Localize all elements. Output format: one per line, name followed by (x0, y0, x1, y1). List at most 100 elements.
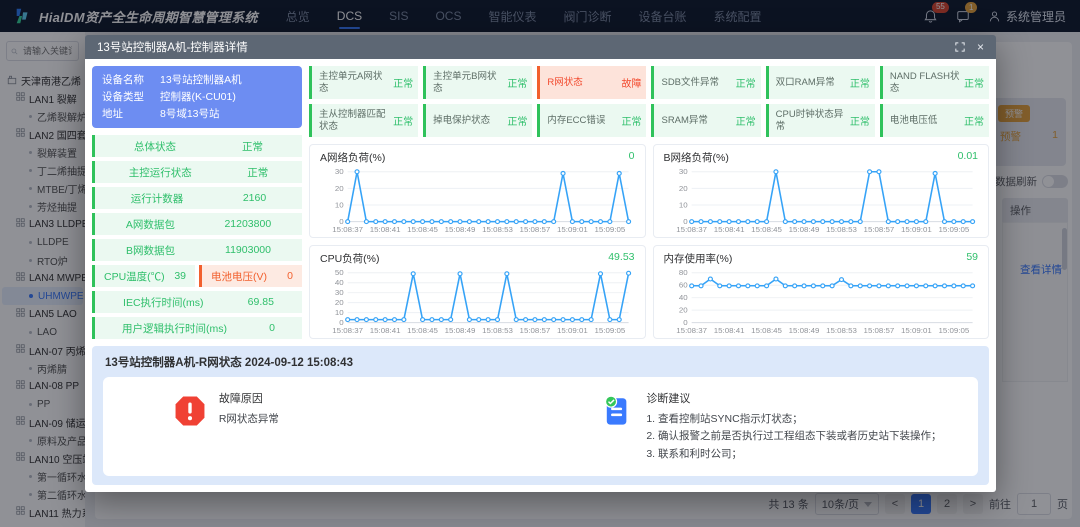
stat-row: CPU温度(℃) 39 电池电压(V) 0 (92, 265, 302, 287)
suggestion-title: 诊断建议 (646, 390, 941, 406)
chart-current-value: 0 (629, 150, 635, 165)
badge-value: 正常 (507, 113, 527, 128)
modal-title: 13号站控制器A机-控制器详情 (97, 39, 248, 55)
alarm-title: 13号站控制器A机-R网状态 2024-09-12 15:08:43 (103, 353, 978, 377)
svg-text:15:08:49: 15:08:49 (788, 225, 819, 234)
stat-value: 0 (287, 270, 293, 282)
svg-text:10: 10 (678, 200, 687, 209)
diagnosis-suggestion-block: 诊断建议 1. 查看控制站SYNC指示灯状态； 2. 确认报警之前是否执行过工程… (541, 390, 969, 463)
alarm-card: 故障原因 R网状态异常 诊断建议 (103, 377, 978, 476)
status-badge-SDB文件异常: SDB文件异常正常 (651, 66, 760, 99)
device-type-label: 设备类型 (102, 89, 160, 106)
device-address-value: 8号域13号站 (160, 106, 220, 123)
svg-text:15:09:05: 15:09:05 (594, 326, 625, 335)
stat-A网数据包: A网数据包21203800 (92, 213, 302, 235)
chart-current-value: 0.01 (958, 150, 978, 165)
svg-text:15:08:53: 15:08:53 (826, 225, 857, 234)
svg-text:15:08:57: 15:08:57 (520, 326, 551, 335)
charts-grid: A网络负荷(%)0010203015:08:3715:08:4115:08:45… (309, 144, 989, 339)
status-badge-主从控制器匹配状态: 主从控制器匹配状态正常 (309, 104, 418, 137)
badge-value: 正常 (964, 113, 984, 128)
svg-text:15:08:45: 15:08:45 (751, 326, 782, 335)
app-root: HialDM资产全生命周期智慧管理系统 总览DCSSISOCS智能仪表阀门诊断设… (0, 0, 1080, 527)
stat-label: IEC执行时间(ms) (123, 295, 204, 310)
fault-reason-block: 故障原因 R网状态异常 (113, 390, 541, 463)
svg-text:15:09:01: 15:09:01 (901, 225, 932, 234)
svg-text:30: 30 (678, 167, 687, 176)
svg-text:50: 50 (335, 268, 344, 277)
stat-label: 电池电压(V) (211, 269, 267, 284)
svg-text:15:08:41: 15:08:41 (713, 326, 744, 335)
svg-text:15:09:01: 15:09:01 (557, 225, 588, 234)
svg-text:20: 20 (335, 298, 344, 307)
badge-label: 主控单元B网状态 (433, 71, 504, 94)
alarm-detail-section: 13号站控制器A机-R网状态 2024-09-12 15:08:43 故障原因 … (92, 346, 989, 485)
chart-plot: 02040608015:08:3715:08:4115:08:4515:08:4… (662, 267, 981, 336)
svg-text:30: 30 (335, 288, 344, 297)
stat-row: 运行计数器2160 (92, 187, 302, 209)
status-badge-内存ECC错误: 内存ECC错误正常 (537, 104, 646, 137)
badge-value: 正常 (736, 113, 756, 128)
fault-reason-title: 故障原因 (219, 390, 279, 406)
badge-label: 内存ECC错误 (547, 115, 618, 126)
suggestion-item-3: 3. 联系和利时公司； (646, 446, 941, 463)
fault-reason-text: R网状态异常 (219, 411, 279, 428)
stat-用户逻辑执行时间(ms): 用户逻辑执行时间(ms)0 (92, 317, 302, 339)
device-info-card: 设备名称 13号站控制器A机 设备类型 控制器(K-CU01) 地址 8号域13… (92, 66, 302, 128)
device-name-label: 设备名称 (102, 72, 160, 89)
svg-text:20: 20 (335, 184, 344, 193)
badge-value: 正常 (736, 75, 756, 90)
svg-text:15:08:53: 15:08:53 (482, 326, 513, 335)
chart-current-value: 49.53 (608, 251, 634, 266)
suggestion-item-1: 1. 查看控制站SYNC指示灯状态； (646, 411, 941, 428)
modal-header: 13号站控制器A机-控制器详情 × (85, 35, 996, 59)
status-badge-CPU时钟状态异常: CPU时钟状态异常正常 (766, 104, 875, 137)
svg-text:15:08:53: 15:08:53 (826, 326, 857, 335)
badge-label: NAND FLASH状态 (890, 71, 961, 94)
device-status-column: 设备名称 13号站控制器A机 设备类型 控制器(K-CU01) 地址 8号域13… (92, 66, 302, 339)
status-badge-掉电保护状态: 掉电保护状态正常 (423, 104, 532, 137)
chart-title: B网络负荷(%) (664, 150, 729, 165)
svg-text:10: 10 (335, 308, 344, 317)
stat-value: 39 (174, 270, 186, 282)
stat-label: A网数据包 (126, 217, 175, 232)
stat-电池电压(V): 电池电压(V) 0 (199, 265, 302, 287)
stat-row: A网数据包21203800 (92, 213, 302, 235)
stat-主控运行状态: 主控运行状态正常 (92, 161, 302, 183)
chart-head: B网络负荷(%) 0.01 (662, 148, 981, 166)
svg-text:15:08:37: 15:08:37 (332, 225, 363, 234)
svg-text:15:08:41: 15:08:41 (713, 225, 744, 234)
chart-head: A网络负荷(%) 0 (318, 148, 637, 166)
svg-text:40: 40 (335, 278, 344, 287)
status-badge-SRAM异常: SRAM异常正常 (651, 104, 760, 137)
stat-row: 用户逻辑执行时间(ms)0 (92, 317, 302, 339)
svg-text:15:09:05: 15:09:05 (938, 225, 969, 234)
badge-label: 电池电压低 (890, 115, 961, 126)
stat-row: 总体状态正常 (92, 135, 302, 157)
chart-mem-usage: 内存使用率(%)5902040608015:08:3715:08:4115:08… (653, 245, 990, 339)
fullscreen-button[interactable] (955, 42, 965, 52)
stat-value: 0 (269, 322, 275, 334)
status-badge-NAND FLASH状态: NAND FLASH状态正常 (880, 66, 989, 99)
close-button[interactable]: × (977, 41, 984, 53)
chart-plot: 010203015:08:3715:08:4115:08:4515:08:491… (662, 166, 981, 235)
svg-text:10: 10 (335, 200, 344, 209)
close-icon: × (977, 41, 984, 53)
stat-IEC执行时间(ms): IEC执行时间(ms)69.85 (92, 291, 302, 313)
badge-label: SRAM异常 (661, 115, 732, 126)
badge-value: 正常 (964, 75, 984, 90)
svg-text:15:09:01: 15:09:01 (901, 326, 932, 335)
stat-label: 总体状态 (134, 139, 176, 154)
chart-title: A网络负荷(%) (320, 150, 385, 165)
stat-value: 正常 (247, 165, 268, 180)
svg-text:15:08:41: 15:08:41 (370, 326, 401, 335)
stat-row: B网数据包11903000 (92, 239, 302, 261)
svg-text:15:08:37: 15:08:37 (332, 326, 363, 335)
stat-label: CPU温度(℃) (104, 269, 165, 284)
stat-运行计数器: 运行计数器2160 (92, 187, 302, 209)
device-name-value: 13号站控制器A机 (160, 72, 242, 89)
chart-head: 内存使用率(%)59 (662, 249, 981, 267)
svg-text:15:08:37: 15:08:37 (676, 225, 707, 234)
badge-value: 正常 (393, 75, 413, 90)
badge-label: 掉电保护状态 (433, 115, 504, 126)
